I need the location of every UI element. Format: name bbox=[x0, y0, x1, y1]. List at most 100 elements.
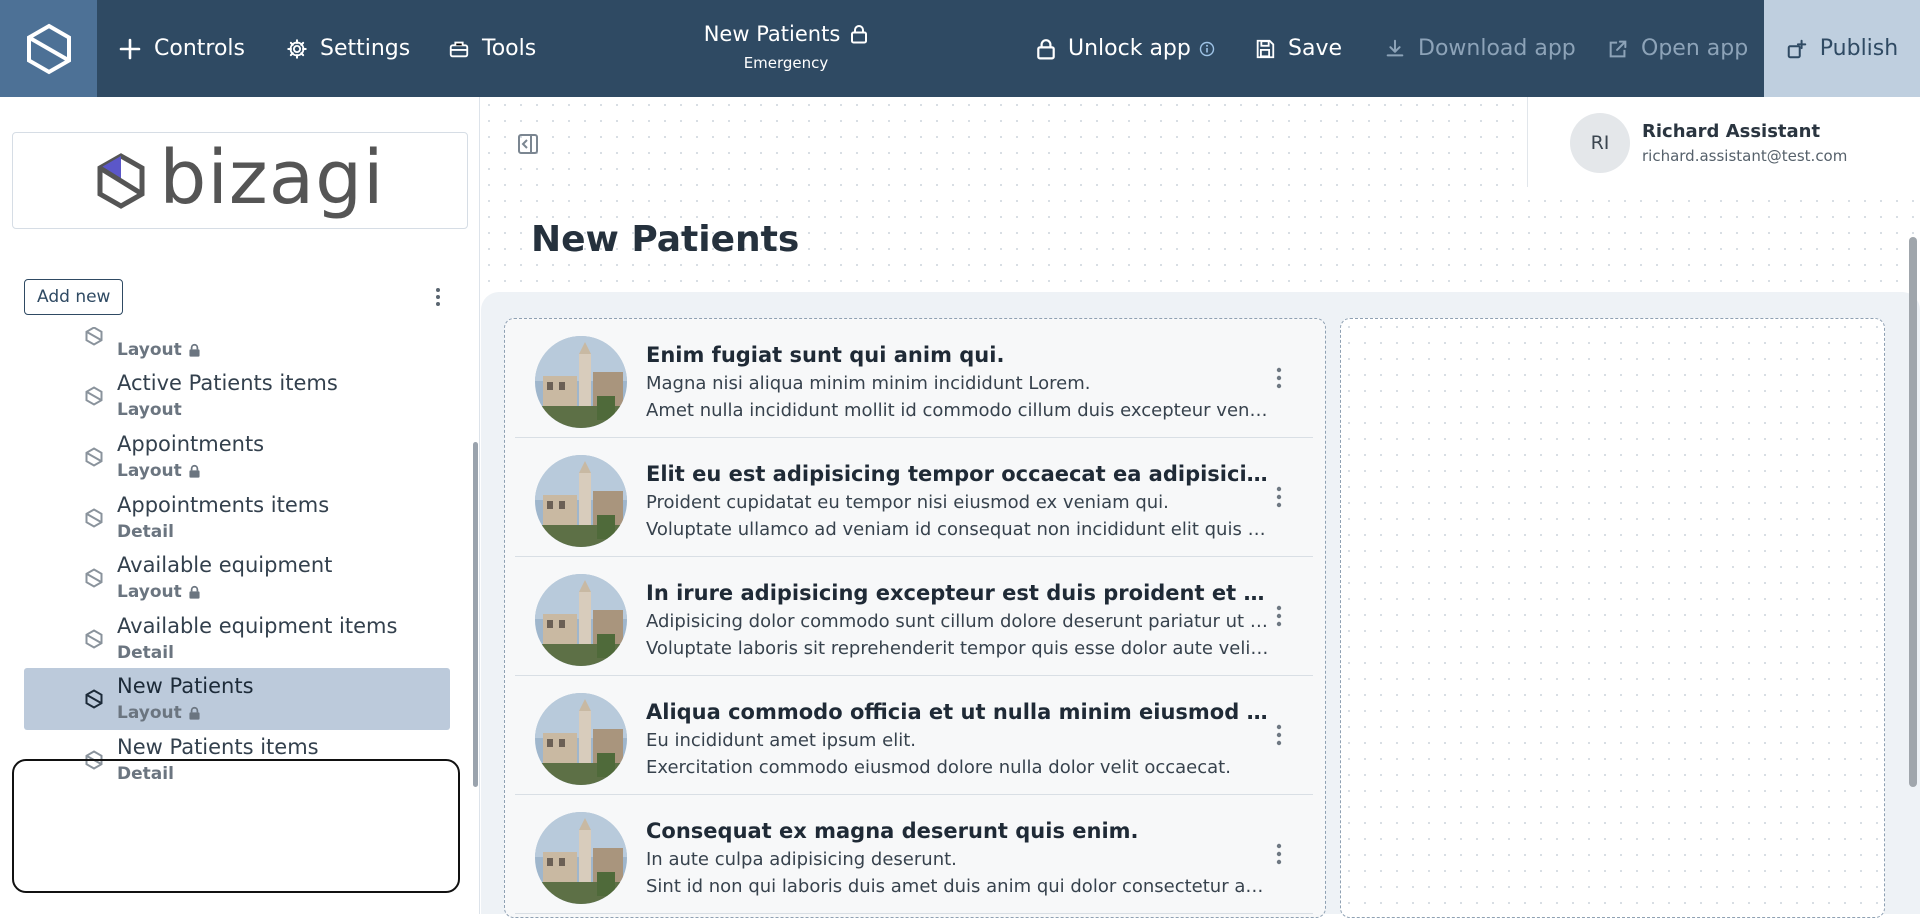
sidebar-item[interactable]: Appointments items Detail bbox=[24, 487, 450, 549]
row-menu-icon[interactable] bbox=[1267, 603, 1291, 629]
list-item-title: In irure adipisicing excepteur est duis … bbox=[646, 581, 1271, 605]
page-icon bbox=[85, 386, 103, 406]
lock-icon bbox=[189, 464, 200, 478]
lock-icon bbox=[1037, 38, 1055, 59]
patient-photo bbox=[535, 336, 627, 428]
sidebar-item-type: Layout bbox=[117, 703, 201, 723]
info-icon[interactable] bbox=[1199, 41, 1215, 57]
avatar bbox=[535, 455, 627, 547]
open-app-button[interactable]: Open app bbox=[1607, 0, 1748, 97]
hexagon-logo-icon bbox=[26, 23, 71, 74]
list-item[interactable]: Enim fugiat sunt qui anim qui. Magna nisi… bbox=[515, 319, 1313, 438]
top-bar: Controls Settings Tools New Patients Eme… bbox=[0, 0, 1920, 97]
page-icon bbox=[85, 629, 103, 649]
patient-photo bbox=[535, 455, 627, 547]
sidebar-item[interactable]: New Patients Layout bbox=[24, 668, 450, 730]
unlock-app-label: Unlock app bbox=[1068, 36, 1191, 61]
brand-card: bizagi bbox=[12, 132, 468, 229]
page-icon bbox=[85, 447, 103, 467]
patient-photo bbox=[535, 812, 627, 904]
sidebar-item-label: New Patients bbox=[117, 674, 254, 698]
current-page-subtitle: Emergency bbox=[743, 54, 829, 72]
tools-button[interactable]: Tools bbox=[448, 0, 536, 97]
list-item[interactable]: In irure adipisicing excepteur est duis … bbox=[515, 557, 1313, 676]
list-item-line-1: Eu incididunt amet ipsum elit. bbox=[646, 730, 916, 751]
sidebar-item[interactable]: Available equipment items Detail bbox=[24, 608, 450, 670]
unlock-app-button[interactable]: Unlock app bbox=[1036, 0, 1215, 97]
page-list: Layout Active Patients items Layout Appoint… bbox=[0, 327, 470, 887]
sidebar-item-label: Available equipment bbox=[117, 553, 333, 577]
sidebar-item-type: Detail bbox=[117, 764, 174, 784]
list-item-title: Elit eu est adipisicing tempor occaecat … bbox=[646, 462, 1271, 486]
sidebar-item-label: New Patients items bbox=[117, 735, 319, 759]
gear-icon bbox=[287, 38, 307, 59]
sidebar-item-type: Detail bbox=[117, 643, 174, 663]
lock-icon bbox=[189, 706, 200, 720]
sidebar-item-type-label: Detail bbox=[117, 643, 174, 663]
current-page-header: New Patients Emergency bbox=[686, 22, 886, 72]
sidebar-item-type-label: Layout bbox=[117, 703, 182, 723]
sidebar-item[interactable]: Layout bbox=[24, 327, 450, 367]
add-new-button[interactable]: Add new bbox=[24, 279, 124, 315]
sidebar-item[interactable]: Available equipment Layout bbox=[24, 547, 450, 609]
page-icon bbox=[85, 327, 103, 346]
sidebar-item[interactable]: New Patients items Detail bbox=[24, 729, 450, 791]
list-item[interactable]: Aliqua commodo officia et ut nulla minim… bbox=[515, 676, 1313, 795]
sidebar-item-label: Appointments items bbox=[117, 493, 330, 517]
user-profile[interactable]: RI Richard Assistant richard.assistant@t… bbox=[1527, 97, 1920, 187]
list-item[interactable]: Elit eu est adipisicing tempor occaecat … bbox=[515, 438, 1313, 557]
list-item-line-1: Magna nisi aliqua minim minim incididunt… bbox=[646, 373, 1091, 394]
avatar bbox=[535, 693, 627, 785]
publish-button[interactable]: Publish bbox=[1764, 0, 1920, 97]
detail-container[interactable] bbox=[1340, 318, 1885, 918]
sidebar-item-type-label: Layout bbox=[117, 461, 182, 481]
collapse-panel-icon[interactable] bbox=[517, 133, 539, 155]
page-icon bbox=[85, 508, 103, 528]
sidebar-item-type-label: Layout bbox=[117, 400, 182, 420]
sidebar-item-label: Available equipment items bbox=[117, 614, 398, 638]
list-item-line-2: Sint id non qui laboris duis amet duis a… bbox=[646, 876, 1271, 897]
sidebar-item-type: Layout bbox=[117, 582, 201, 602]
patient-photo bbox=[535, 574, 627, 666]
controls-label: Controls bbox=[154, 36, 245, 61]
canvas-scrollbar[interactable] bbox=[1909, 237, 1917, 787]
list-item-title: Enim fugiat sunt qui anim qui. bbox=[646, 343, 1005, 367]
list-item-line-2: Exercitation commodo eiusmod dolore null… bbox=[646, 757, 1231, 778]
sidebar-item-label: Appointments bbox=[117, 432, 265, 456]
page-icon bbox=[85, 568, 103, 588]
page-icon bbox=[85, 750, 103, 770]
app-logo[interactable] bbox=[0, 0, 97, 97]
plus-icon bbox=[119, 38, 141, 59]
download-icon bbox=[1386, 39, 1404, 56]
lock-icon bbox=[189, 585, 200, 599]
settings-label: Settings bbox=[320, 36, 411, 61]
row-menu-icon[interactable] bbox=[1267, 484, 1291, 510]
list-item-line-2: Voluptate ullamco ad veniam id consequat… bbox=[646, 519, 1271, 540]
left-sidebar: bizagi Add new Layout Active Patients ite… bbox=[0, 97, 480, 914]
sidebar-scrollbar[interactable] bbox=[473, 442, 478, 787]
list-item-line-2: Voluptate laboris sit reprehenderit temp… bbox=[646, 638, 1271, 659]
bizagi-logo-icon bbox=[97, 152, 145, 209]
toolbox-icon bbox=[449, 41, 469, 57]
sidebar-item[interactable]: Active Patients items Layout bbox=[24, 365, 450, 427]
save-label: Save bbox=[1288, 36, 1343, 61]
row-menu-icon[interactable] bbox=[1267, 722, 1291, 748]
sidebar-item-type-label: Layout bbox=[117, 340, 182, 360]
patient-photo bbox=[535, 693, 627, 785]
settings-button[interactable]: Settings bbox=[286, 0, 410, 97]
user-name: Richard Assistant bbox=[1642, 121, 1821, 142]
sidebar-item[interactable]: Appointments Layout bbox=[24, 426, 450, 488]
download-app-button[interactable]: Download app bbox=[1384, 0, 1576, 97]
save-button[interactable]: Save bbox=[1254, 0, 1342, 97]
list-container[interactable]: Enim fugiat sunt qui anim qui. Magna nisi… bbox=[504, 318, 1326, 918]
avatar bbox=[535, 574, 627, 666]
row-menu-icon[interactable] bbox=[1267, 365, 1291, 391]
more-options-icon[interactable] bbox=[426, 285, 450, 309]
external-link-icon bbox=[1609, 40, 1627, 57]
controls-button[interactable]: Controls bbox=[118, 0, 245, 97]
avatar: RI bbox=[1570, 113, 1630, 173]
open-app-label: Open app bbox=[1641, 36, 1749, 61]
list-item[interactable]: Consequat ex magna deserunt quis enim. In… bbox=[515, 795, 1313, 914]
list-item-title: Consequat ex magna deserunt quis enim. bbox=[646, 819, 1139, 843]
row-menu-icon[interactable] bbox=[1267, 841, 1291, 867]
